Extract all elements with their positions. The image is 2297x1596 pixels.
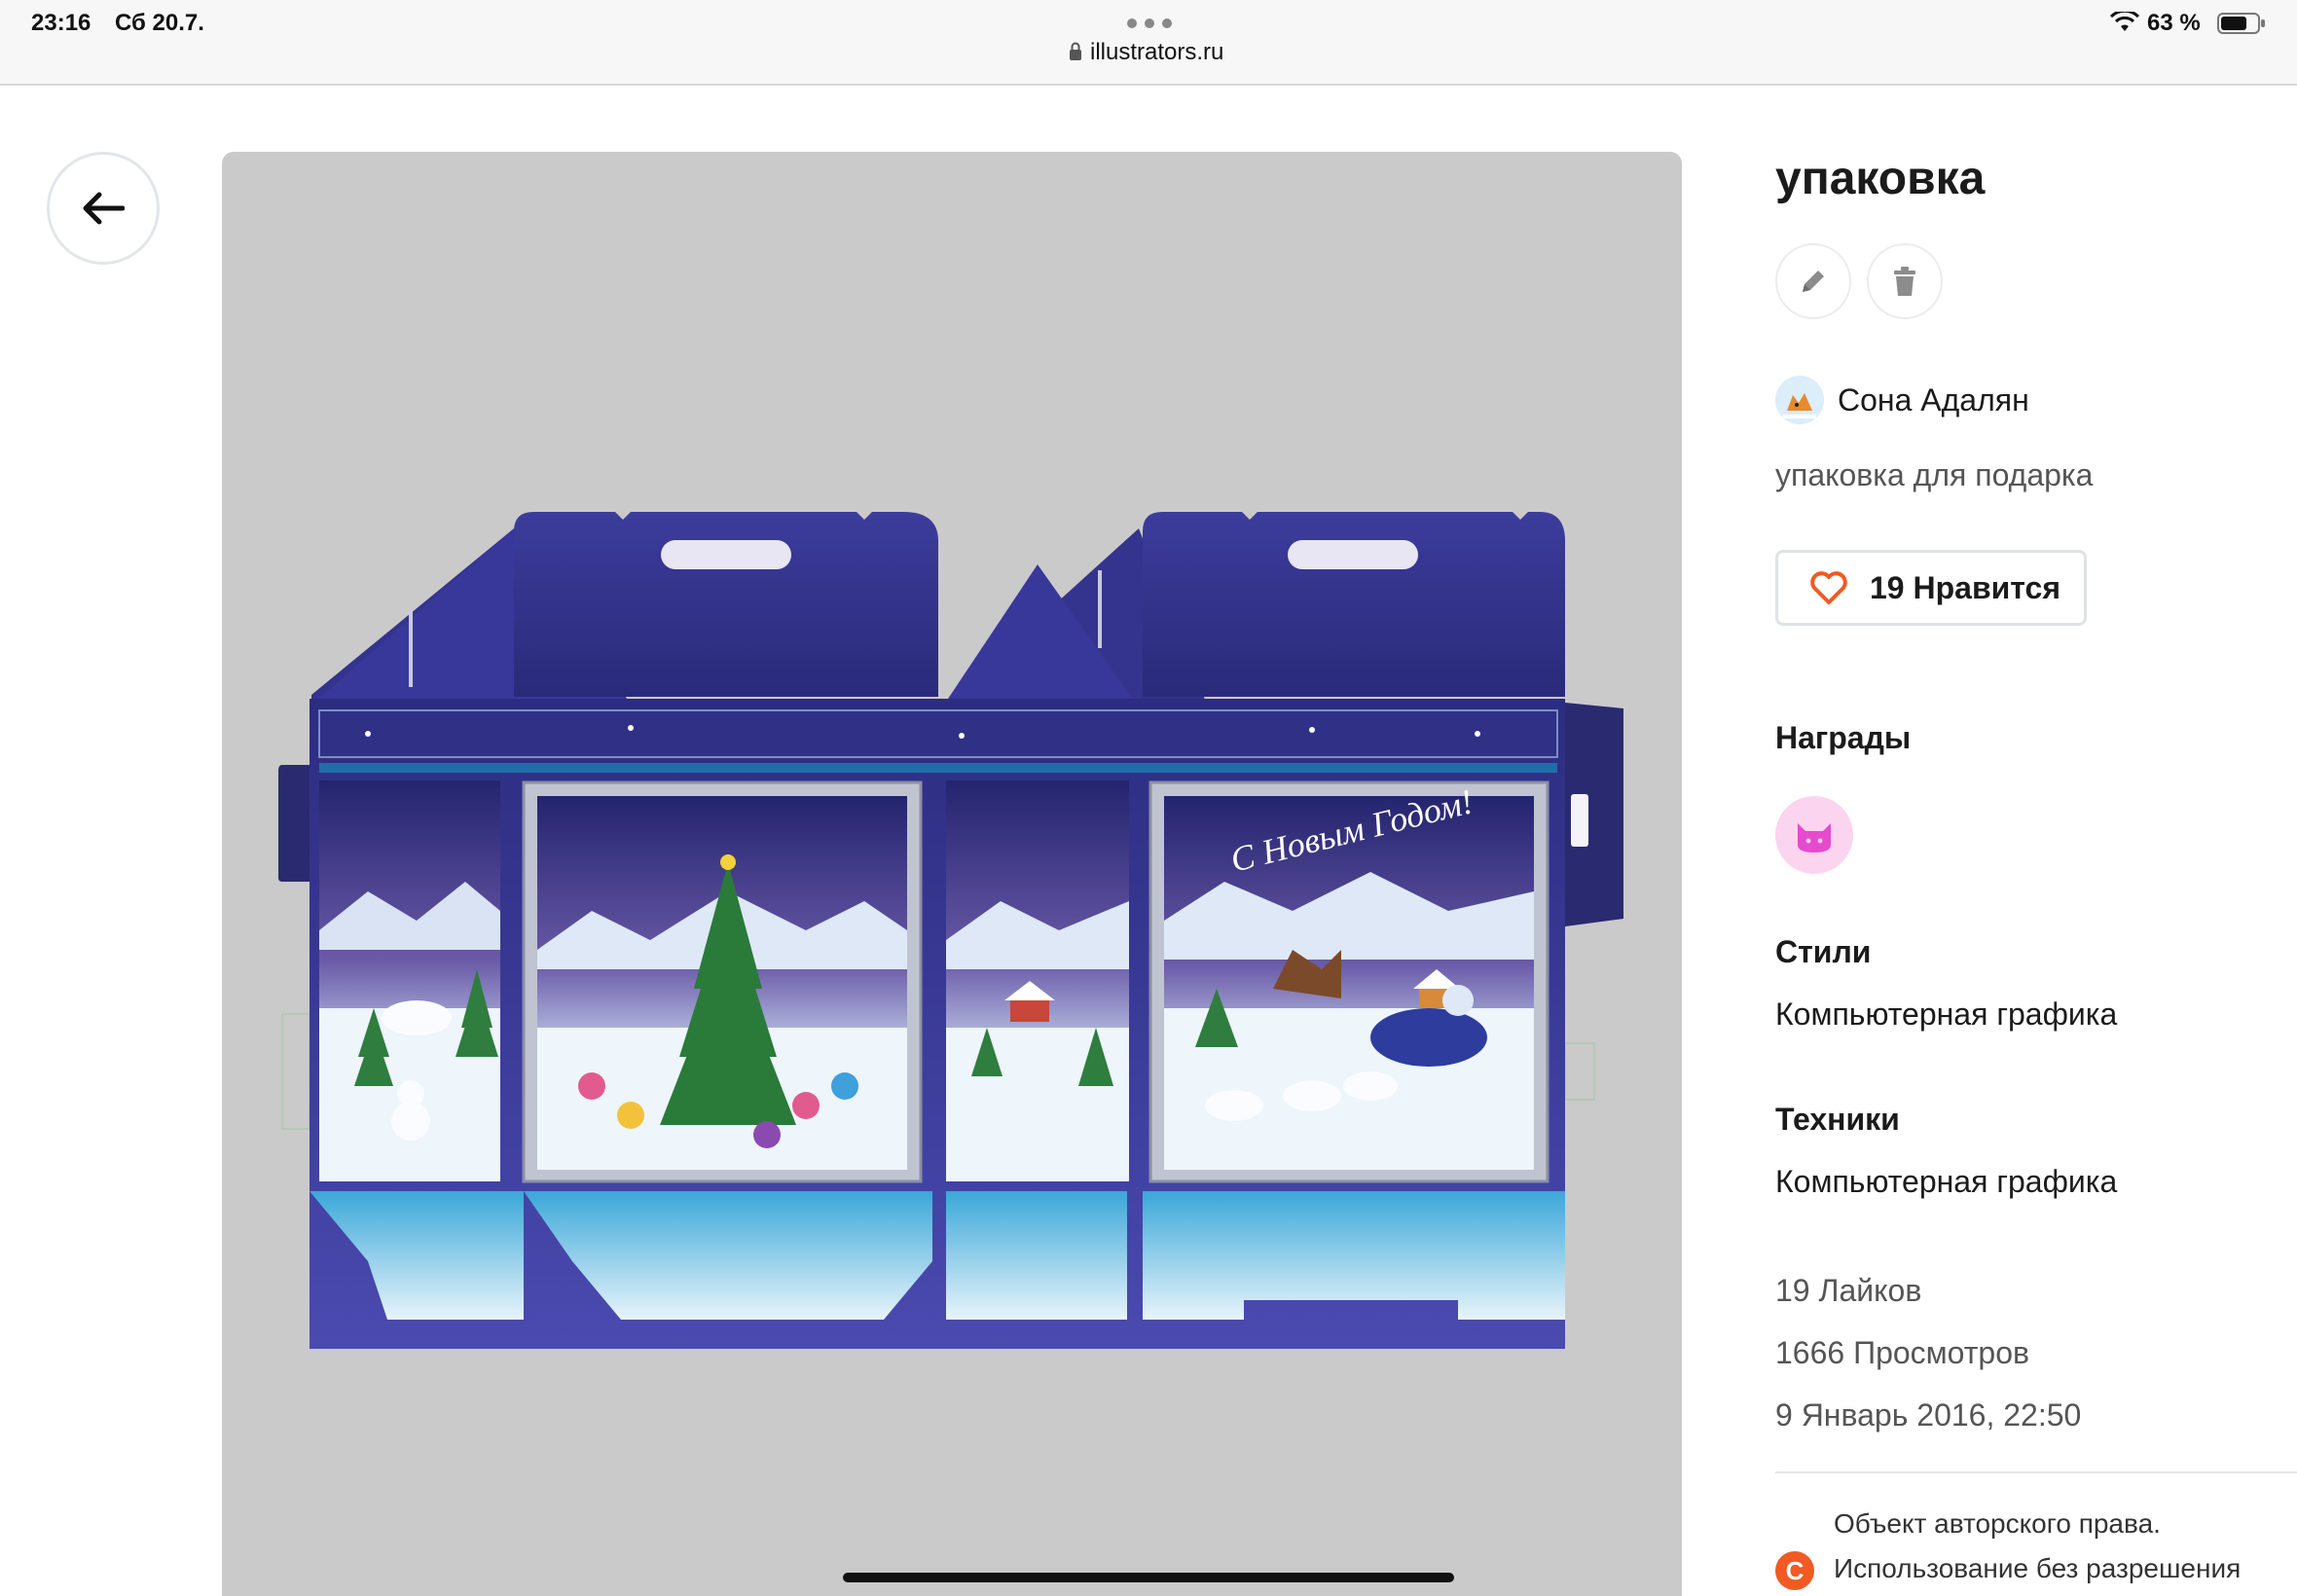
back-button[interactable] <box>47 152 160 265</box>
awards-heading: Награды <box>1775 720 1912 755</box>
cat-icon <box>1798 823 1831 852</box>
handle-hole-right <box>1288 540 1418 569</box>
publish-date: 9 Январь 2016, 22:50 <box>1775 1397 2082 1433</box>
sleigh <box>1370 1008 1487 1067</box>
like-button-label: 19 Нравится <box>1870 569 2060 605</box>
styles-value[interactable]: Компьютерная графика <box>1775 997 2117 1033</box>
trash-icon <box>1894 267 1915 296</box>
lock-icon <box>1070 42 1081 60</box>
heart-icon <box>1810 571 1847 604</box>
more-dots-icon[interactable] <box>1126 18 1173 29</box>
gift-box-dieline: С Новым Годом! <box>278 512 1623 1349</box>
clock-time: 23:16 <box>31 10 91 36</box>
artwork-description: упаковка для подарка <box>1775 457 2094 492</box>
techniques-value[interactable]: Компьютерная графика <box>1775 1164 2117 1200</box>
copyright-warning: Использование без разрешения <box>1834 1553 2242 1583</box>
artwork-details: упаковка Сона Адалян упаковка для подарк… <box>1775 0 2297 1596</box>
handle-flap-right <box>1143 512 1565 697</box>
like-button[interactable]: 19 Нравится <box>1775 550 2087 626</box>
award-badge[interactable] <box>1775 796 1853 874</box>
author-name: Сона Адалян <box>1838 381 2029 417</box>
styles-heading: Стили <box>1775 934 1872 969</box>
delete-button[interactable] <box>1867 243 1943 319</box>
pencil-icon <box>1803 271 1824 292</box>
divider <box>1775 1471 2297 1473</box>
views-count: 1666 Просмотров <box>1775 1335 2030 1370</box>
likes-count: 19 Лайков <box>1775 1273 1922 1308</box>
avatar <box>1775 376 1824 424</box>
fox-avatar-icon <box>1775 376 1824 424</box>
address-bar[interactable]: illustrators.ru <box>1069 39 1223 66</box>
artwork-image[interactable]: С Новым Годом! <box>222 152 1682 1596</box>
copyright-notice: Объект авторского права. <box>1834 1508 2161 1539</box>
home-indicator[interactable] <box>843 1573 1454 1582</box>
url-text: illustrators.ru <box>1090 39 1224 65</box>
arrow-left-icon <box>83 192 125 225</box>
artwork-title: упаковка <box>1775 153 1986 204</box>
clock-date: Сб 20.7. <box>115 10 204 36</box>
copyright-icon: C <box>1775 1551 1814 1590</box>
edit-button[interactable] <box>1775 243 1851 319</box>
handle-flap-left <box>514 512 938 697</box>
techniques-heading: Техники <box>1775 1102 1900 1137</box>
author-link[interactable]: Сона Адалян <box>1775 376 2029 424</box>
handle-hole-left <box>661 540 791 569</box>
